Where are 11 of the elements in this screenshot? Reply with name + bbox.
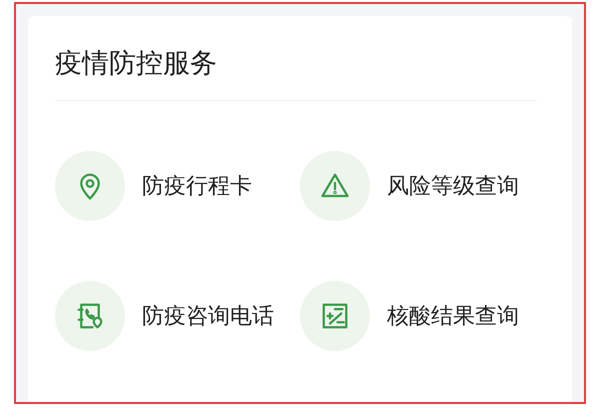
calculator-icon (320, 301, 350, 331)
service-label: 防疫咨询电话 (142, 302, 274, 330)
service-label: 核酸结果查询 (387, 302, 519, 330)
card-title: 疫情防控服务 (55, 47, 218, 81)
service-item[interactable]: 风险等级查询 (300, 151, 545, 221)
service-item[interactable]: 防疫行程卡 (55, 151, 300, 221)
phone-card-icon (75, 301, 105, 331)
service-item[interactable]: 核酸结果查询 (300, 281, 545, 351)
service-item[interactable]: 防疫咨询电话 (55, 281, 300, 351)
service-label: 防疫行程卡 (142, 172, 252, 200)
service-label: 风险等级查询 (387, 172, 519, 200)
